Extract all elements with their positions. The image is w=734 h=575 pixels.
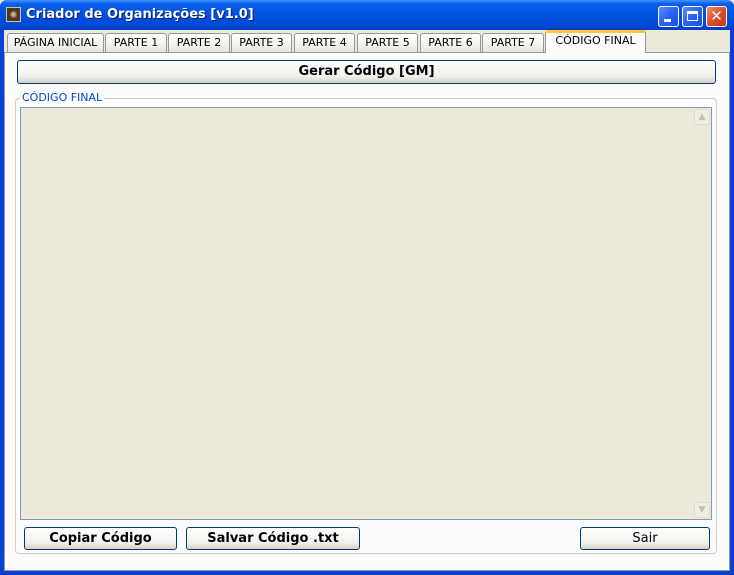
scroll-up-icon[interactable]: ▲ [694,109,710,125]
final-code-group-title: CÓDIGO FINAL [20,91,105,105]
tab-parte-4[interactable]: PARTE 4 [294,33,355,52]
app-emblem-icon[interactable] [6,7,21,22]
final-code-group: CÓDIGO FINAL ▲ ▼ Copiar Código Salvar Có… [15,91,717,554]
tab-parte-6[interactable]: PARTE 6 [420,33,481,52]
exit-button[interactable]: Sair [580,527,710,550]
client-area: PÁGINA INICIAL PARTE 1 PARTE 2 PARTE 3 P… [4,30,730,571]
window-bottom-border [0,571,734,575]
tab-parte-2[interactable]: PARTE 2 [168,33,230,52]
tab-codigo-final[interactable]: CÓDIGO FINAL [545,30,646,53]
minimize-icon [664,19,671,22]
close-icon: ✕ [710,7,723,25]
scroll-down-icon[interactable]: ▼ [694,502,710,518]
generate-code-button[interactable]: Gerar Código [GM] [17,60,716,84]
window-title: Criador de Organizações [v1.0] [26,7,254,22]
save-code-txt-button[interactable]: Salvar Código .txt [186,527,360,550]
tab-parte-7[interactable]: PARTE 7 [482,33,544,52]
maximize-icon [687,11,698,21]
copy-code-button[interactable]: Copiar Código [24,527,177,550]
tab-parte-3[interactable]: PARTE 3 [231,33,292,52]
close-button[interactable]: ✕ [706,6,727,27]
final-code-textarea[interactable] [20,107,712,520]
title-bar[interactable]: Criador de Organizações [v1.0] ✕ [0,0,734,30]
maximize-button[interactable] [682,6,703,27]
tab-strip: PÁGINA INICIAL PARTE 1 PARTE 2 PARTE 3 P… [4,30,730,53]
app-window: Criador de Organizações [v1.0] ✕ PÁGINA … [0,0,734,575]
vertical-scrollbar[interactable]: ▲ ▼ [694,108,710,519]
tab-panel-codigo-final: Gerar Código [GM] CÓDIGO FINAL ▲ ▼ Copia… [4,52,730,571]
tab-parte-1[interactable]: PARTE 1 [105,33,167,52]
minimize-button[interactable] [658,6,679,27]
tab-pagina-inicial[interactable]: PÁGINA INICIAL [7,33,104,52]
tab-parte-5[interactable]: PARTE 5 [357,33,418,52]
